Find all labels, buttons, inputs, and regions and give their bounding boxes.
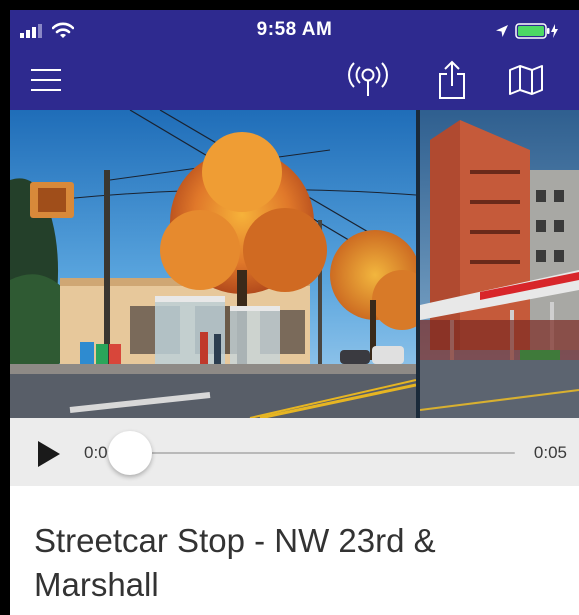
audio-player: 0:00 0:05 [10, 418, 579, 486]
status-bar: 9:58 AM [10, 10, 579, 50]
progress-thumb[interactable] [108, 431, 152, 475]
hospital-building-photo[interactable] [420, 110, 579, 418]
broadcast-button[interactable] [340, 50, 396, 110]
total-time: 0:05 [533, 443, 567, 462]
stop-details: Streetcar Stop - NW 23rd & Marshall [10, 486, 579, 615]
menu-button[interactable] [20, 50, 72, 110]
play-icon[interactable] [36, 440, 62, 468]
radio-broadcast-icon [348, 62, 388, 96]
status-time: 9:58 AM [256, 19, 333, 40]
photo-carousel[interactable] [10, 110, 579, 418]
share-icon [439, 60, 465, 99]
share-button[interactable] [428, 50, 476, 110]
map-icon [509, 65, 543, 95]
nav-bar [10, 50, 579, 110]
map-button[interactable] [502, 50, 550, 110]
stop-title: Streetcar Stop - NW 23rd & Marshall [34, 522, 436, 603]
streetcar-stop-photo[interactable] [10, 110, 416, 418]
app-screen: 9:58 AM 0:00 0:05 Streetcar Stop - NW 23… [10, 10, 579, 615]
progress-track[interactable] [130, 452, 515, 454]
location-arrow-icon [496, 25, 508, 37]
battery-charging-icon [515, 23, 558, 39]
menu-icon [31, 69, 61, 91]
